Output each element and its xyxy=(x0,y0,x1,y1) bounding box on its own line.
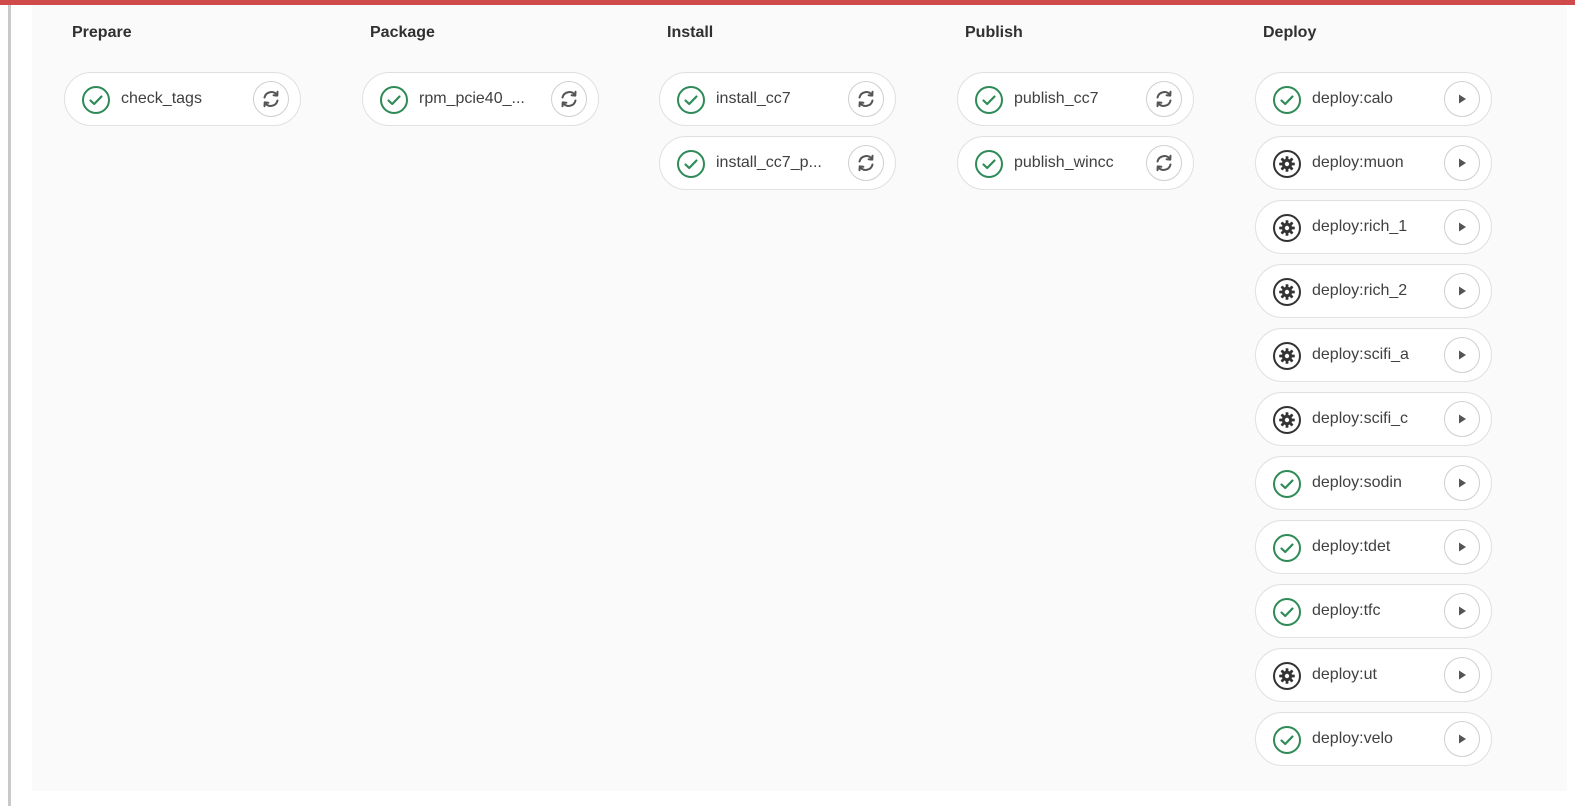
play-icon xyxy=(1455,348,1469,362)
job-name[interactable]: deploy:rich_1 xyxy=(1312,201,1437,253)
retry-button[interactable] xyxy=(1146,81,1182,117)
job-item[interactable]: deploy:ut xyxy=(1255,648,1492,702)
play-button[interactable] xyxy=(1444,209,1480,245)
retry-icon xyxy=(855,88,877,110)
play-button[interactable] xyxy=(1444,401,1480,437)
status-success-icon xyxy=(1272,533,1302,563)
job-name[interactable]: deploy:tfc xyxy=(1312,585,1437,637)
job-item[interactable]: publish_wincc xyxy=(957,136,1194,190)
play-button[interactable] xyxy=(1444,81,1480,117)
retry-button[interactable] xyxy=(848,145,884,181)
status-success-icon xyxy=(1272,597,1302,627)
job-item[interactable]: deploy:velo xyxy=(1255,712,1492,766)
status-success-icon xyxy=(1272,469,1302,499)
stage-title: Package xyxy=(370,24,435,41)
job-name[interactable]: deploy:scifi_c xyxy=(1312,393,1437,445)
retry-button[interactable] xyxy=(551,81,587,117)
play-icon xyxy=(1455,668,1469,682)
play-button[interactable] xyxy=(1444,721,1480,757)
retry-icon xyxy=(1153,88,1175,110)
retry-icon xyxy=(558,88,580,110)
job-item[interactable]: deploy:rich_1 xyxy=(1255,200,1492,254)
play-icon xyxy=(1455,476,1469,490)
job-item[interactable]: check_tags xyxy=(64,72,301,126)
status-success-icon xyxy=(379,85,409,115)
stage-title: Publish xyxy=(965,24,1023,41)
job-name[interactable]: install_cc7 xyxy=(716,73,841,125)
play-icon xyxy=(1455,540,1469,554)
stage-jobs: check_tags xyxy=(64,72,324,136)
play-button[interactable] xyxy=(1444,529,1480,565)
stage-title: Install xyxy=(667,24,714,41)
play-icon xyxy=(1455,220,1469,234)
job-item[interactable]: deploy:rich_2 xyxy=(1255,264,1492,318)
job-name[interactable]: deploy:calo xyxy=(1312,73,1437,125)
job-item[interactable]: deploy:tdet xyxy=(1255,520,1492,574)
retry-button[interactable] xyxy=(253,81,289,117)
job-name[interactable]: deploy:muon xyxy=(1312,137,1437,189)
retry-icon xyxy=(855,152,877,174)
job-name[interactable]: deploy:tdet xyxy=(1312,521,1437,573)
status-success-icon xyxy=(81,85,111,115)
job-name[interactable]: deploy:sodin xyxy=(1312,457,1437,509)
job-item[interactable]: deploy:scifi_a xyxy=(1255,328,1492,382)
left-edge-border xyxy=(8,5,11,806)
status-manual-icon xyxy=(1272,149,1302,179)
job-item[interactable]: install_cc7 xyxy=(659,72,896,126)
play-button[interactable] xyxy=(1444,273,1480,309)
play-button[interactable] xyxy=(1444,337,1480,373)
retry-icon xyxy=(260,88,282,110)
job-name[interactable]: deploy:scifi_a xyxy=(1312,329,1437,381)
status-manual-icon xyxy=(1272,661,1302,691)
play-icon xyxy=(1455,284,1469,298)
play-button[interactable] xyxy=(1444,657,1480,693)
play-icon xyxy=(1455,92,1469,106)
job-name[interactable]: publish_wincc xyxy=(1014,137,1139,189)
status-success-icon xyxy=(676,149,706,179)
job-item[interactable]: deploy:calo xyxy=(1255,72,1492,126)
job-name[interactable]: rpm_pcie40_... xyxy=(419,73,544,125)
status-success-icon xyxy=(974,85,1004,115)
play-icon xyxy=(1455,412,1469,426)
status-success-icon xyxy=(676,85,706,115)
play-button[interactable] xyxy=(1444,465,1480,501)
status-manual-icon xyxy=(1272,341,1302,371)
job-name[interactable]: check_tags xyxy=(121,73,246,125)
job-name[interactable]: install_cc7_p... xyxy=(716,137,841,189)
job-item[interactable]: publish_cc7 xyxy=(957,72,1194,126)
status-manual-icon xyxy=(1272,277,1302,307)
retry-icon xyxy=(1153,152,1175,174)
play-icon xyxy=(1455,732,1469,746)
job-item[interactable]: deploy:muon xyxy=(1255,136,1492,190)
job-item[interactable]: rpm_pcie40_... xyxy=(362,72,599,126)
retry-button[interactable] xyxy=(1146,145,1182,181)
job-name[interactable]: deploy:rich_2 xyxy=(1312,265,1437,317)
job-item[interactable]: install_cc7_p... xyxy=(659,136,896,190)
stage-title: Deploy xyxy=(1263,24,1317,41)
job-item[interactable]: deploy:tfc xyxy=(1255,584,1492,638)
job-name[interactable]: publish_cc7 xyxy=(1014,73,1139,125)
status-success-icon xyxy=(974,149,1004,179)
retry-button[interactable] xyxy=(848,81,884,117)
job-item[interactable]: deploy:sodin xyxy=(1255,456,1492,510)
job-item[interactable]: deploy:scifi_c xyxy=(1255,392,1492,446)
stage-jobs: publish_cc7 publish_wincc xyxy=(957,72,1217,200)
stage-jobs: install_cc7 install_cc7_p... xyxy=(659,72,919,200)
pipeline-graph: Prepare check_tags Package rpm_pcie40_..… xyxy=(32,5,1567,791)
play-icon xyxy=(1455,604,1469,618)
job-name[interactable]: deploy:velo xyxy=(1312,713,1437,765)
play-icon xyxy=(1455,156,1469,170)
stage-title: Prepare xyxy=(72,24,132,41)
play-button[interactable] xyxy=(1444,145,1480,181)
stage-jobs: deploy:calo deploy:muon deploy:rich_1deplo… xyxy=(1255,72,1515,776)
play-button[interactable] xyxy=(1444,593,1480,629)
status-manual-icon xyxy=(1272,405,1302,435)
stage-jobs: rpm_pcie40_... xyxy=(362,72,622,136)
status-success-icon xyxy=(1272,725,1302,755)
status-success-icon xyxy=(1272,85,1302,115)
job-name[interactable]: deploy:ut xyxy=(1312,649,1437,701)
status-manual-icon xyxy=(1272,213,1302,243)
